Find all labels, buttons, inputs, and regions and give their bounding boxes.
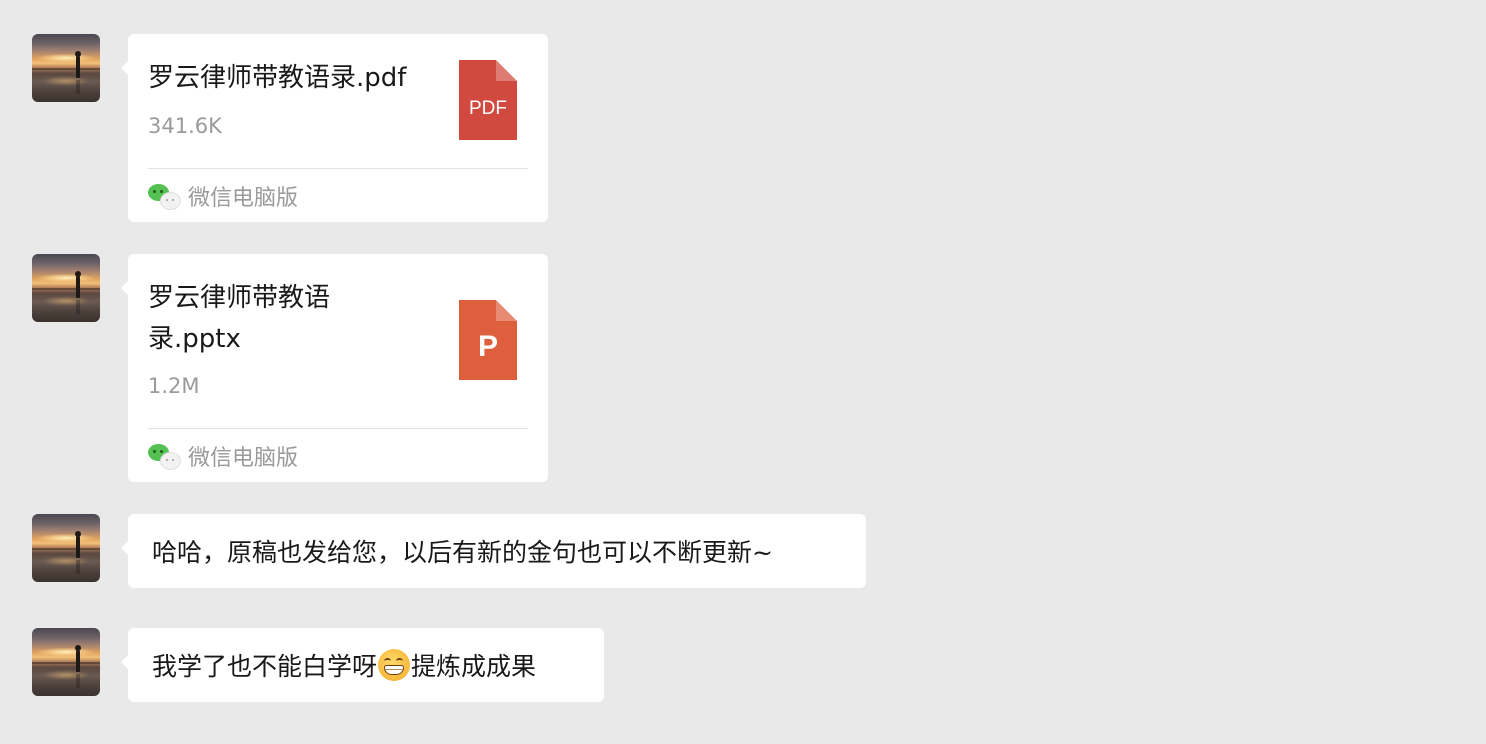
wechat-icon xyxy=(148,182,181,210)
divider xyxy=(148,168,528,169)
message-text-after: 提炼成成果 xyxy=(411,652,537,681)
avatar[interactable] xyxy=(32,34,100,102)
message-text: 哈哈，原稿也发给您，以后有新的金句也可以不断更新~ xyxy=(152,538,773,567)
file-size: 1.2M xyxy=(148,374,200,398)
grimacing-emoji-icon xyxy=(378,649,411,681)
file-name: 罗云律师带教语录.pptx xyxy=(148,283,331,354)
source-info: 微信电脑版 xyxy=(148,182,299,211)
file-message-card[interactable]: 罗云律师带教语录.pptx 1.2M P 微信电脑版 xyxy=(121,254,548,482)
pptx-file-icon: P xyxy=(459,300,517,380)
file-size: 341.6K xyxy=(148,114,222,138)
divider xyxy=(148,428,528,429)
file-name: 罗云律师带教语录.pdf xyxy=(148,63,407,93)
source-label: 微信电脑版 xyxy=(188,446,299,471)
file-message-card[interactable]: 罗云律师带教语录.pdf 341.6K PDF 微信电脑版 xyxy=(121,34,548,222)
text-message-bubble[interactable]: 我学了也不能白学呀 提炼成成果 xyxy=(121,628,604,702)
avatar[interactable] xyxy=(32,514,100,582)
avatar[interactable] xyxy=(32,628,100,696)
pdf-file-icon: PDF xyxy=(459,60,517,140)
file-type-label: P xyxy=(477,330,498,363)
avatar[interactable] xyxy=(32,254,100,322)
source-info: 微信电脑版 xyxy=(148,442,299,471)
source-label: 微信电脑版 xyxy=(188,186,299,211)
text-message-bubble[interactable]: 哈哈，原稿也发给您，以后有新的金句也可以不断更新~ xyxy=(121,514,866,588)
file-type-label: PDF xyxy=(469,98,507,119)
message-text: 我学了也不能白学呀 提炼成成果 xyxy=(152,647,536,683)
message-text-before: 我学了也不能白学呀 xyxy=(152,652,378,681)
wechat-icon xyxy=(148,442,181,470)
